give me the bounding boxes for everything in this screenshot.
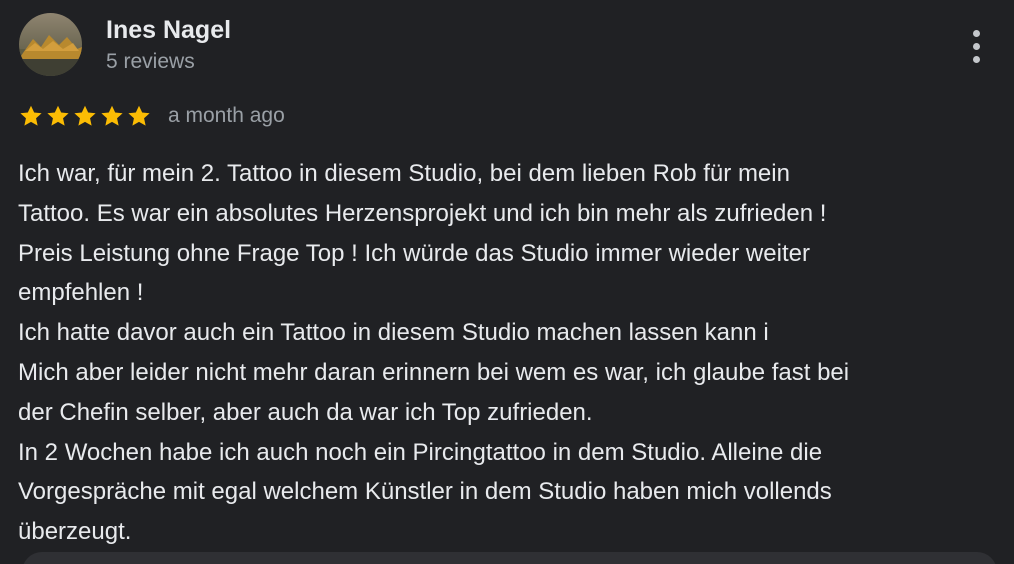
author-review-count[interactable]: 5 reviews (106, 48, 195, 76)
review-text-line: Tattoo. Es war ein absolutes Herzensproj… (18, 199, 827, 227)
review-card: Ines Nagel 5 reviews a month ago Ich war… (0, 0, 1014, 564)
author-name[interactable]: Ines Nagel (106, 14, 231, 46)
review-text: Ich war, für mein 2. Tattoo in diesem St… (18, 154, 1008, 552)
next-card-edge (22, 552, 997, 564)
rating-row: a month ago (18, 100, 285, 132)
star-icon (74, 105, 96, 126)
avatar[interactable] (19, 13, 82, 76)
avatar-photo (19, 13, 82, 76)
star-rating (18, 103, 152, 129)
review-text-line: Preis Leistung ohne Frage Top ! Ich würd… (18, 239, 810, 267)
review-text-line: empfehlen ! (18, 279, 144, 307)
star-icon (20, 105, 42, 126)
review-text-line: der Chefin selber, aber auch da war ich … (18, 398, 593, 426)
review-text-line: Ich hatte davor auch ein Tattoo in diese… (18, 319, 769, 347)
review-text-line: Vorgespräche mit egal welchem Künstler i… (18, 478, 832, 506)
star-icon (47, 105, 69, 126)
review-time: a month ago (168, 104, 285, 127)
review-text-line: In 2 Wochen habe ich auch noch ein Pirci… (18, 438, 823, 466)
more-dot (972, 29, 980, 37)
more-vert-icon[interactable] (956, 24, 996, 68)
review-text-line: Mich aber leider nicht mehr daran erinne… (18, 358, 850, 386)
review-text-line: Ich war, für mein 2. Tattoo in diesem St… (18, 160, 790, 187)
more-dot (972, 42, 980, 50)
review-text-line: überzeugt. (18, 518, 132, 546)
star-icon (128, 105, 150, 126)
more-dot (972, 55, 980, 63)
star-icon (101, 105, 123, 126)
